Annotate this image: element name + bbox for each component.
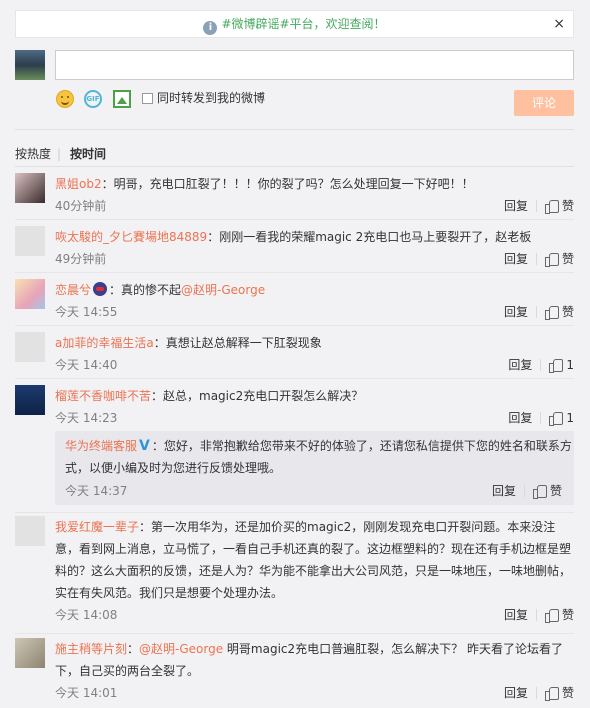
mention-link[interactable]: @赵明-George [139,642,223,656]
submit-comment-button[interactable]: 评论 [514,90,574,116]
reply-button[interactable]: 回复 [504,305,528,319]
avatar[interactable] [15,279,45,309]
avatar[interactable] [15,226,45,256]
avatar[interactable] [15,173,45,203]
badge-icon [93,282,108,296]
comment-text: ：赵总，magic2充电口开裂怎么解决？ [151,389,364,403]
avatar[interactable] [15,516,45,546]
like-button[interactable]: 1 [549,358,574,373]
like-button[interactable]: 赞 [544,252,574,267]
sort-by-hot[interactable]: 按热度 [15,146,51,162]
thumbs-up-icon [544,199,559,214]
forward-checkbox[interactable] [142,93,153,104]
like-button[interactable]: 赞 [544,305,574,320]
reply-button[interactable]: 回复 [504,252,528,266]
like-button[interactable]: 赞 [544,608,574,623]
commenter-name[interactable]: 恋晨兮 [55,283,91,297]
like-button[interactable]: 1 [549,411,574,426]
thumbs-up-icon [544,252,559,267]
commenter-name[interactable]: 咴太駿的_夕匕賽場地84889 [55,230,207,244]
comment-time: 今天 14:23 [55,411,118,425]
thumbs-up-icon [544,686,559,701]
comment-time: 40分钟前 [55,199,107,213]
reply-button[interactable]: 回复 [504,608,528,622]
notice-text[interactable]: #微博辟谣#平台，欢迎查阅！ [221,17,385,31]
comment-text: ：刚刚一看我的荣耀magic 2充电口也马上要裂开了，赵老板 [207,230,532,244]
emoji-icon[interactable] [56,90,74,108]
close-icon[interactable]: × [553,11,565,37]
comment-text: ：真想让赵总解释一下肛裂现象 [153,336,322,350]
comment-time: 今天 14:40 [55,358,118,372]
official-reply: 华为终端客服 V ：您好，非常抱歉给您带来不好的体验了，还请您私信提供下您的姓名和联… [55,431,574,505]
gif-icon[interactable]: GIF [84,90,102,108]
mention-link[interactable]: @赵明-George [181,283,265,297]
like-button[interactable]: 赞 [544,686,574,701]
divider [15,129,574,130]
commenter-name[interactable]: a加菲的幸福生活a [55,336,154,350]
reply-button[interactable]: 回复 [508,411,532,425]
commenter-name[interactable]: 我爱红魔一辈子 [55,520,139,534]
comment-text: ：明哥，充电口肛裂了！！！你的裂了吗？怎么处理回复一下好吧！！ [101,177,474,191]
commenter-name[interactable]: 施主稍等片刻 [55,642,127,656]
divider [15,633,574,634]
thumbs-up-icon [544,305,559,320]
comment-text: ：真的惨不起 [109,283,182,297]
divider [15,272,574,273]
divider [15,378,574,379]
divider [15,166,574,167]
comment-panel: i #微博辟谣#平台，欢迎查阅！ × GIF 同时转发到我的微博 评论 按热度 |… [0,0,590,708]
divider [15,219,574,220]
thumbs-up-icon [549,411,564,426]
divider [15,512,574,513]
thumbs-up-icon [544,608,559,623]
comment-time: 今天 14:37 [65,484,128,498]
verified-icon: V [139,438,150,454]
reply-button[interactable]: 回复 [508,358,532,372]
forward-checkbox-label[interactable]: 同时转发到我的微博 [157,90,265,106]
reply-button[interactable]: 回复 [504,686,528,700]
comment-input[interactable] [55,50,574,80]
thumbs-up-icon [532,484,547,499]
sort-separator: | [57,147,62,161]
commenter-name[interactable]: 黑姐ob2 [55,177,102,191]
comment-time: 今天 14:08 [55,608,118,622]
comment-time: 今天 14:55 [55,305,118,319]
info-icon: i [203,21,218,35]
reply-button[interactable]: 回复 [492,484,516,498]
avatar[interactable] [15,638,45,668]
comment-time: 今天 14:01 [55,686,118,700]
commenter-name[interactable]: 华为终端客服 [65,439,137,453]
comment-time: 49分钟前 [55,252,107,266]
avatar[interactable] [15,332,45,362]
thumbs-up-icon [549,358,564,373]
reply-button[interactable]: 回复 [504,199,528,213]
avatar[interactable] [15,385,45,415]
like-button[interactable]: 赞 [532,484,562,499]
commenter-name[interactable]: 榴莲不香咖啡不苦 [55,389,151,403]
rumor-notice-bar: i #微博辟谣#平台，欢迎查阅！ × [15,10,574,38]
image-icon[interactable] [113,90,131,108]
divider [15,325,574,326]
sort-by-time[interactable]: 按时间 [70,146,106,162]
like-button[interactable]: 赞 [544,199,574,214]
current-user-avatar[interactable] [15,50,45,80]
